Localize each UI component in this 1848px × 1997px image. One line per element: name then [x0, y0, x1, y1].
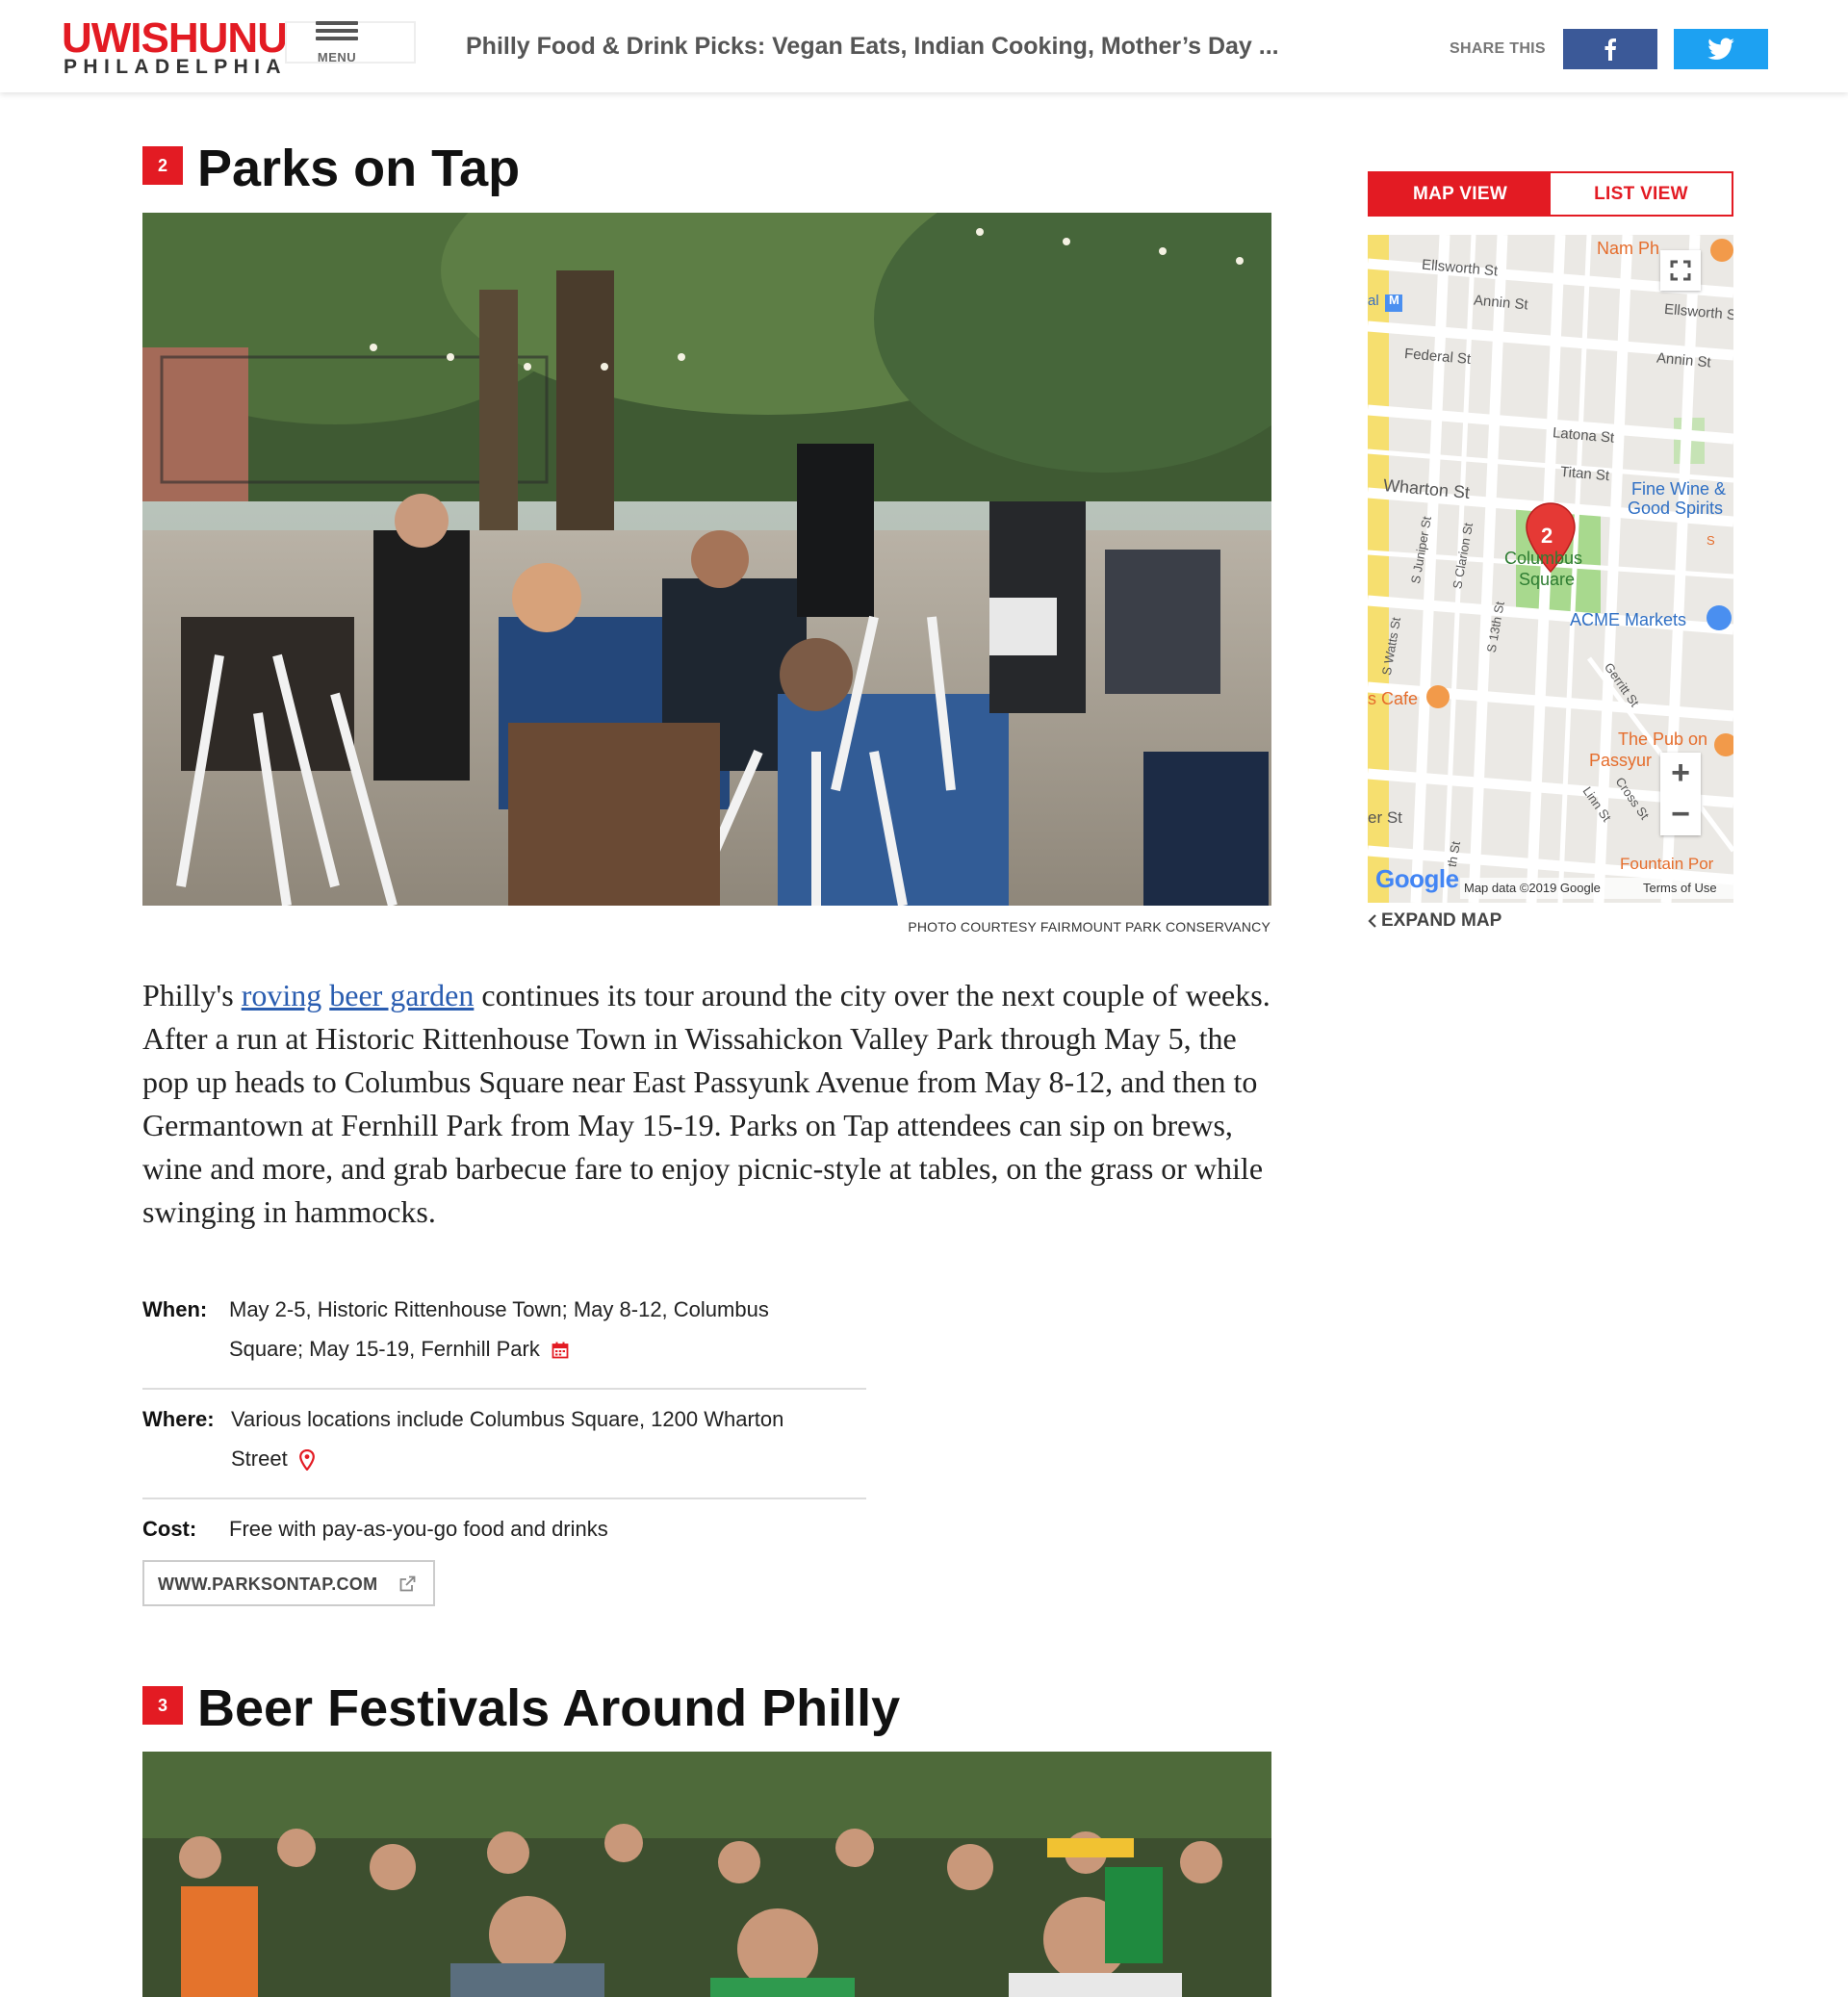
chevron-left-icon — [1368, 914, 1376, 928]
facebook-share-button[interactable] — [1563, 29, 1657, 69]
map-place-label: The Pub on — [1618, 730, 1708, 749]
expand-map-label: EXPAND MAP — [1381, 910, 1502, 931]
map-place-label: s Cafe — [1368, 689, 1419, 708]
when-value: May 2-5, Historic Rittenhouse Town; May … — [229, 1297, 769, 1361]
external-link-icon — [399, 1575, 416, 1592]
cost-value: Free with pay-as-you-go food and drinks — [229, 1517, 608, 1541]
calendar-icon[interactable] — [552, 1342, 569, 1359]
when-row: When: May 2-5, Historic Rittenhouse Town… — [142, 1280, 866, 1390]
hamburger-bar — [316, 29, 358, 33]
view-tabs: MAP VIEW LIST VIEW — [1368, 171, 1733, 217]
when-value-wrap: May 2-5, Historic Rittenhouse Town; May … — [229, 1290, 826, 1369]
map-pin-icon[interactable] — [298, 1449, 315, 1472]
cost-row: Cost: Free with pay-as-you-go food and d… — [142, 1499, 866, 1568]
listing-title: Parks on Tap — [197, 140, 521, 197]
cost-label: Cost: — [142, 1517, 197, 1541]
description-text: Philly's — [142, 978, 242, 1012]
zoom-control: + − — [1660, 753, 1701, 835]
where-value-wrap: Various locations include Columbus Squar… — [229, 1399, 845, 1478]
parks-on-tap-photo — [142, 213, 1271, 906]
metro-icon: M — [1389, 293, 1399, 307]
roving-link[interactable]: roving — [242, 978, 322, 1012]
listing-number-badge: 3 — [142, 1686, 183, 1725]
map-street-label: er St — [1368, 808, 1402, 827]
logo-wordmark: UWISHUNU — [62, 14, 288, 62]
terms-of-use-link[interactable]: Terms of Use — [1643, 881, 1717, 895]
beer-festival-photo — [142, 1752, 1271, 1997]
map-place-label: Square — [1519, 570, 1576, 589]
website-label: WWW.PARKSONTAP.COM — [158, 1575, 378, 1594]
twitter-icon — [1707, 38, 1734, 60]
listing-number-badge: 2 — [142, 146, 183, 185]
expand-map-button[interactable]: EXPAND MAP — [1368, 910, 1502, 932]
where-label: Where: — [142, 1407, 215, 1431]
hamburger-bar — [316, 37, 358, 40]
listing-details: When: May 2-5, Historic Rittenhouse Town… — [142, 1280, 866, 1568]
map-place-label: al — [1368, 293, 1379, 309]
share-label: SHARE THIS — [1450, 40, 1546, 57]
listing-description: Philly's roving beer garden continues it… — [142, 974, 1278, 1234]
listing-title: Beer Festivals Around Philly — [197, 1679, 901, 1737]
tab-list-view[interactable]: LIST VIEW — [1551, 173, 1732, 215]
hamburger-icon — [316, 21, 358, 25]
beer-garden-link[interactable]: beer garden — [329, 978, 474, 1012]
site-header: UWISHUNU PHILADELPHIA MENU Philly Food &… — [0, 0, 1848, 92]
menu-label: MENU — [317, 50, 357, 64]
photo-credit: PHOTO COURTESY FAIRMOUNT PARK CONSERVANC… — [908, 919, 1270, 934]
logo-city: PHILADELPHIA — [64, 56, 287, 78]
menu-button[interactable]: MENU — [308, 17, 366, 77]
map-place-label: Columbus — [1504, 549, 1583, 568]
twitter-share-button[interactable] — [1674, 29, 1768, 69]
site-logo[interactable]: UWISHUNU PHILADELPHIA — [62, 14, 293, 79]
tab-map-view[interactable]: MAP VIEW — [1370, 173, 1551, 215]
fullscreen-icon — [1670, 260, 1691, 281]
location-map[interactable]: 2 M al Ellsworth St Annin St Ellsworth S… — [1368, 235, 1733, 903]
map-marker-number: 2 — [1541, 524, 1553, 548]
facebook-icon — [1604, 38, 1616, 61]
article-title: Philly Food & Drink Picks: Vegan Eats, I… — [466, 33, 1279, 60]
map-data-label: Map data ©2019 Google — [1464, 881, 1601, 895]
map-attribution-bar: Map data ©2019 Google Terms of Use — [1460, 878, 1733, 899]
map-place-label: Passyur — [1589, 751, 1653, 770]
map-place-label: Nam Ph — [1597, 239, 1660, 258]
zoom-out-button[interactable]: − — [1660, 795, 1701, 835]
fullscreen-button[interactable] — [1660, 250, 1701, 291]
map-place-label: Good Spirits — [1628, 499, 1724, 518]
zoom-in-button[interactable]: + — [1660, 753, 1701, 794]
where-row: Where: Various locations include Columbu… — [142, 1390, 866, 1499]
map-place-label: Fountain Por — [1620, 855, 1714, 873]
google-logo[interactable]: Google — [1375, 864, 1459, 894]
website-button[interactable]: WWW.PARKSONTAP.COM — [142, 1560, 435, 1606]
when-label: When: — [142, 1297, 208, 1321]
map-street-label: S — [1707, 533, 1715, 548]
map-place-label: ACME Markets — [1570, 610, 1687, 629]
description-text: continues its tour around the city over … — [142, 978, 1270, 1229]
map-place-label: Fine Wine & — [1631, 479, 1727, 499]
